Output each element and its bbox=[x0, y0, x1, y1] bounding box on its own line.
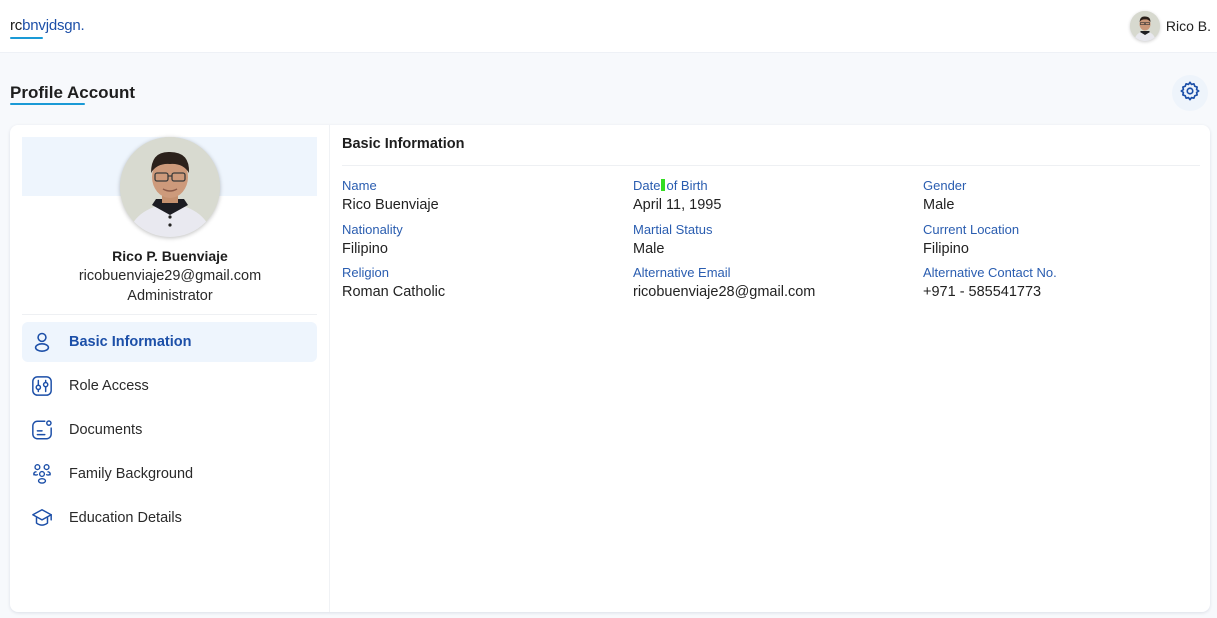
graduation-cap-icon bbox=[30, 506, 54, 530]
label-part: Date bbox=[633, 178, 661, 193]
profile-email: ricobuenviaje29@gmail.com bbox=[78, 268, 262, 284]
nav-item-label: Documents bbox=[69, 422, 143, 438]
profile-card: Rico P. Buenviaje ricobuenviaje29@gmail.… bbox=[10, 125, 1210, 612]
nav-item-basic-information[interactable]: Basic Information bbox=[22, 322, 317, 362]
family-icon bbox=[30, 462, 54, 486]
user-icon bbox=[30, 330, 54, 354]
field-value: April 11, 1995 bbox=[633, 197, 722, 213]
nav-item-education-details[interactable]: Education Details bbox=[22, 498, 317, 538]
nav-item-family-background[interactable]: Family Background bbox=[22, 454, 317, 494]
label-part: of Birth bbox=[666, 178, 708, 193]
user-avatar[interactable] bbox=[1129, 11, 1160, 41]
logo-prefix: rc bbox=[10, 17, 23, 34]
profile-name: Rico P. Buenviaje bbox=[112, 248, 228, 264]
logo-suffix: bnvjdsgn. bbox=[22, 17, 85, 34]
field-value: ricobuenviaje28@gmail.com bbox=[633, 284, 816, 300]
field-value: Filipino bbox=[923, 241, 969, 257]
divider bbox=[22, 314, 317, 315]
field-religion: Religion Roman Catholic bbox=[342, 265, 622, 302]
field-label: Alternative Email bbox=[633, 265, 731, 280]
document-icon bbox=[30, 418, 54, 442]
field-gender: Gender Male bbox=[923, 178, 1203, 215]
profile-nav: Basic Information Role Access Documents … bbox=[22, 322, 317, 542]
basic-information-panel: Basic Information Name Rico Buenviaje Da… bbox=[342, 125, 1200, 612]
field-value: +971 - 585541773 bbox=[923, 284, 1042, 300]
profile-photo bbox=[120, 137, 220, 237]
field-value: Rico Buenviaje bbox=[342, 197, 439, 213]
field-label: Religion bbox=[342, 265, 389, 280]
top-bar: rcbnvjdsgn. Rico B. bbox=[0, 0, 1217, 53]
logo-underline bbox=[10, 37, 43, 39]
nav-item-documents[interactable]: Documents bbox=[22, 410, 317, 450]
field-value: Male bbox=[923, 197, 955, 213]
profile-role: Administrator bbox=[127, 288, 213, 304]
field-value: Roman Catholic bbox=[342, 284, 446, 300]
title-underline bbox=[10, 103, 85, 105]
settings-button[interactable] bbox=[1172, 75, 1208, 111]
page-title: Profile Account bbox=[10, 83, 135, 102]
logo[interactable]: rcbnvjdsgn. bbox=[10, 17, 85, 34]
field-name: Name Rico Buenviaje bbox=[342, 178, 622, 215]
field-alternative-contact: Alternative Contact No. +971 - 585541773 bbox=[923, 265, 1203, 302]
field-label: Name bbox=[342, 178, 377, 193]
field-value: Filipino bbox=[342, 241, 388, 257]
text-cursor bbox=[661, 179, 666, 191]
field-label: Martial Status bbox=[633, 222, 713, 237]
nav-item-label: Basic Information bbox=[69, 334, 192, 350]
sliders-icon bbox=[30, 374, 54, 398]
field-label: Current Location bbox=[923, 222, 1020, 237]
divider bbox=[342, 165, 1200, 166]
nav-item-label: Family Background bbox=[69, 466, 194, 482]
field-label: Gender bbox=[923, 178, 967, 193]
field-label: Date of Birth bbox=[633, 178, 913, 194]
user-name[interactable]: Rico B. bbox=[1166, 18, 1211, 34]
field-nationality: Nationality Filipino bbox=[342, 222, 622, 259]
user-menu[interactable]: Rico B. bbox=[1129, 11, 1211, 41]
field-label: Alternative Contact No. bbox=[923, 265, 1057, 280]
section-title: Basic Information bbox=[342, 136, 465, 152]
field-date-of-birth: Date of Birth April 11, 1995 bbox=[633, 178, 913, 215]
nav-item-role-access[interactable]: Role Access bbox=[22, 366, 317, 406]
field-current-location: Current Location Filipino bbox=[923, 222, 1203, 259]
profile-sidebar: Rico P. Buenviaje ricobuenviaje29@gmail.… bbox=[10, 125, 330, 612]
field-label: Nationality bbox=[342, 222, 403, 237]
nav-item-label: Role Access bbox=[69, 378, 149, 394]
gear-icon bbox=[1179, 80, 1201, 107]
field-marital-status: Martial Status Male bbox=[633, 222, 913, 259]
nav-item-label: Education Details bbox=[69, 510, 182, 526]
field-alternative-email: Alternative Email ricobuenviaje28@gmail.… bbox=[633, 265, 913, 302]
field-value: Male bbox=[633, 241, 665, 257]
